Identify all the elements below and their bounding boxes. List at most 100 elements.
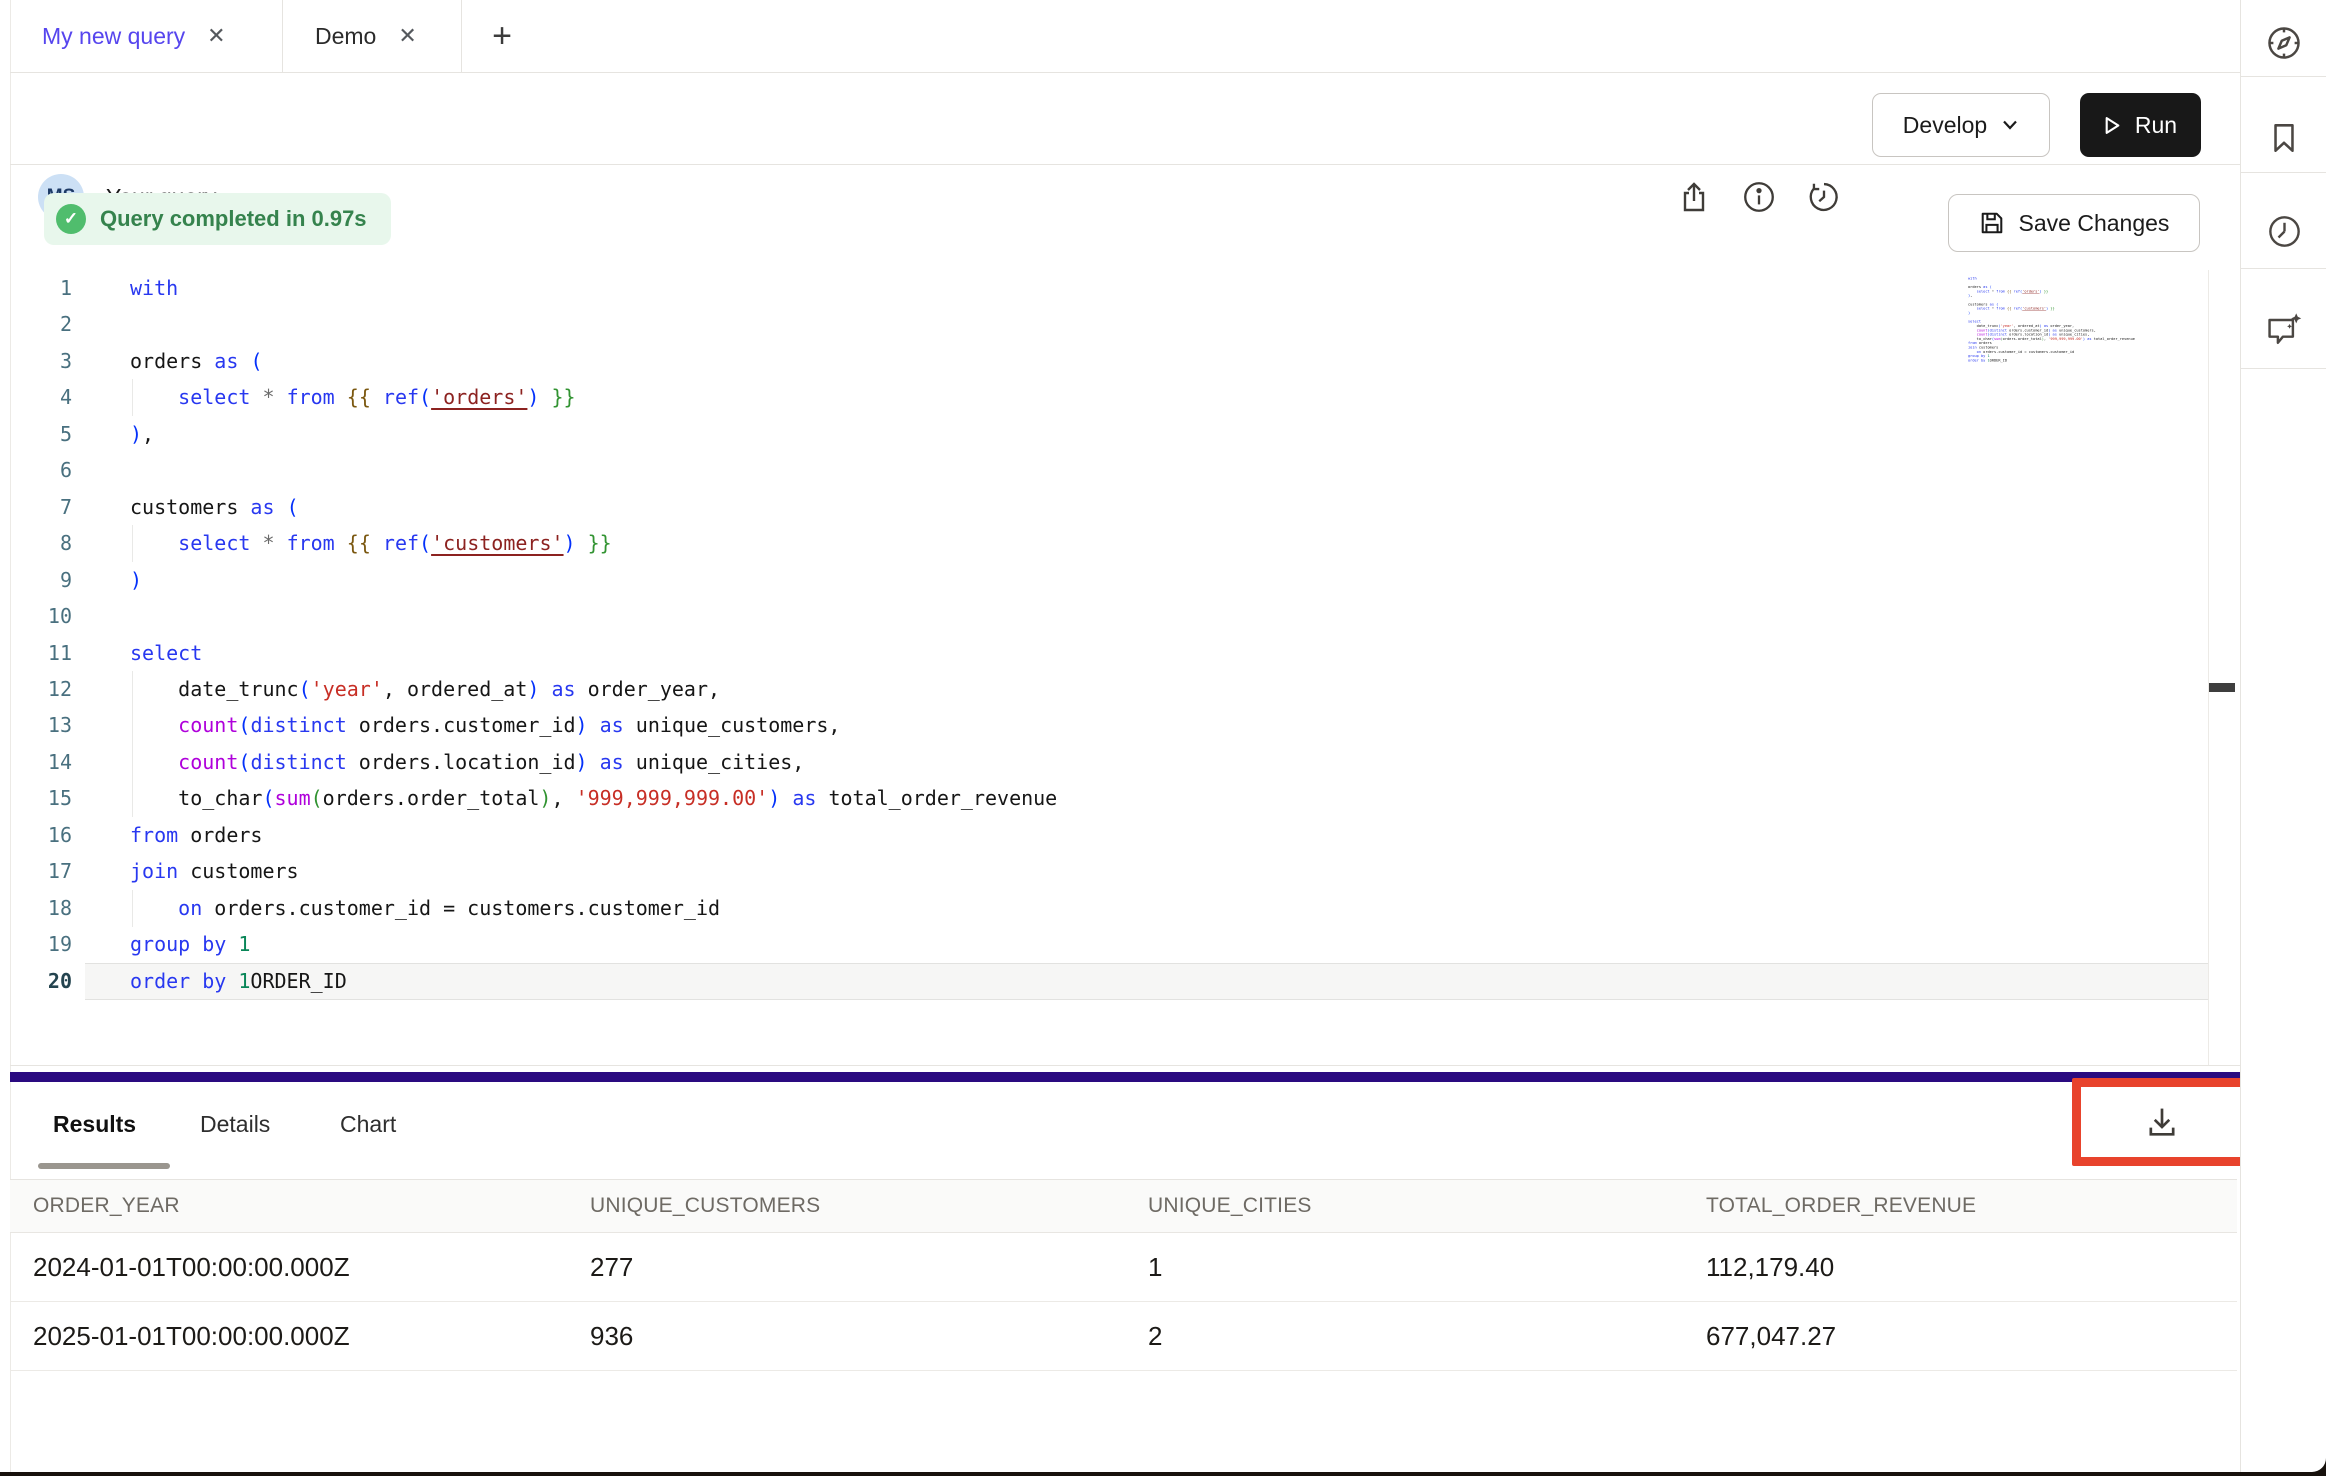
table-row: 2025-01-01T00:00:00.000Z 936 2 677,047.27 <box>10 1302 2237 1371</box>
code-line-7: customers as ( <box>130 489 2200 526</box>
code-line-19: group by 1 <box>130 926 2200 963</box>
info-icon <box>1741 179 1777 215</box>
line-number: 18 <box>28 890 72 927</box>
line-number: 19 <box>28 926 72 963</box>
right-rail <box>2240 0 2326 1476</box>
code-line-8: select * from {{ ref('customers') }} <box>130 525 2200 562</box>
line-number: 13 <box>28 707 72 744</box>
line-number: 9 <box>28 562 72 599</box>
results-panel-tab-chart[interactable]: Chart <box>340 1096 396 1152</box>
line-number: 6 <box>28 452 72 489</box>
query-header: MS Your query Develop <box>10 72 2240 165</box>
column-header-unique_cities: UNIQUE_CITIES <box>1148 1194 1312 1218</box>
pane-resize-divider[interactable] <box>10 1072 2240 1082</box>
save-icon <box>1979 210 2005 236</box>
column-header-total_order_revenue: TOTAL_ORDER_REVENUE <box>1706 1194 1976 1218</box>
table-cell: 277 <box>590 1252 633 1283</box>
share-button[interactable] <box>1672 175 1716 219</box>
editor-tab-demo[interactable]: Demo ✕ <box>283 0 462 72</box>
info-button[interactable] <box>1737 175 1781 219</box>
develop-label: Develop <box>1903 112 1987 139</box>
history-rail-button[interactable] <box>2241 196 2326 266</box>
line-number: 1 <box>28 270 72 307</box>
column-header-unique_customers: UNIQUE_CUSTOMERS <box>590 1194 820 1218</box>
active-tab-underline <box>38 1163 170 1169</box>
sql-editor[interactable]: with orders as ( select * from {{ ref('o… <box>10 270 2240 1066</box>
tab-label: Demo <box>315 23 376 50</box>
save-changes-label: Save Changes <box>2019 210 2170 237</box>
line-number: 11 <box>28 635 72 672</box>
bookmarks-button[interactable] <box>2241 103 2326 173</box>
line-number: 7 <box>28 489 72 526</box>
table-cell: 2 <box>1148 1321 1162 1352</box>
code-line-18: on orders.customer_id = customers.custom… <box>130 890 2200 927</box>
main-area: My new query✕Demo✕+ MS Your query <box>10 0 2240 1476</box>
status-banner: ✓ Query completed in 0.97s <box>44 193 391 245</box>
window-bottom-edge <box>0 1472 2326 1476</box>
code-line-6 <box>130 452 2200 489</box>
column-header-order_year: ORDER_YEAR <box>33 1194 180 1218</box>
code-line-5: ), <box>130 416 2200 453</box>
results-table-header: ORDER_YEAR UNIQUE_CUSTOMERS UNIQUE_CITIES T… <box>10 1179 2237 1233</box>
save-changes-button[interactable]: Save Changes <box>1948 194 2200 252</box>
editor-scrollbar-track <box>2208 270 2209 1065</box>
editor-scrollbar-thumb[interactable] <box>2209 683 2235 692</box>
code-line-9: ) <box>130 562 2200 599</box>
status-text: Query completed in 0.97s <box>100 206 367 232</box>
line-number: 8 <box>28 525 72 562</box>
results-panel-tab-details[interactable]: Details <box>200 1096 270 1152</box>
close-icon[interactable]: ✕ <box>396 23 418 49</box>
table-row: 2024-01-01T00:00:00.000Z 277 1 112,179.40 <box>10 1233 2237 1302</box>
run-label: Run <box>2135 112 2177 139</box>
code-line-16: from orders <box>130 817 2200 854</box>
code-line-13: count(distinct orders.customer_id) as un… <box>130 707 2200 744</box>
table-cell: 112,179.40 <box>1706 1252 1834 1283</box>
line-number: 14 <box>28 744 72 781</box>
code-line-12: date_trunc('year', ordered_at) as order_… <box>130 671 2200 708</box>
code-line-10 <box>130 598 2200 635</box>
table-cell: 2025-01-01T00:00:00.000Z <box>33 1321 350 1352</box>
line-number: 12 <box>28 671 72 708</box>
compass-icon <box>2265 24 2303 62</box>
history-icon <box>1806 179 1842 215</box>
develop-dropdown[interactable]: Develop <box>1872 93 2050 157</box>
code-line-3: orders as ( <box>130 343 2200 380</box>
table-cell: 2024-01-01T00:00:00.000Z <box>33 1252 350 1283</box>
code-line-11: select <box>130 635 2200 672</box>
line-number: 2 <box>28 306 72 343</box>
line-number: 10 <box>28 598 72 635</box>
play-icon <box>2104 116 2121 135</box>
results-panel-tab-results[interactable]: Results <box>53 1096 136 1152</box>
download-button[interactable] <box>2081 1087 2243 1157</box>
run-button[interactable]: Run <box>2080 93 2201 157</box>
code-line-14: count(distinct orders.location_id) as un… <box>130 744 2200 781</box>
chevron-down-icon <box>2001 119 2019 131</box>
bookmark-icon <box>2266 120 2302 156</box>
history-button[interactable] <box>1802 175 1846 219</box>
download-button-highlight <box>2072 1078 2252 1166</box>
app-window: My new query✕Demo✕+ MS Your query <box>0 0 2326 1476</box>
line-number: 4 <box>28 379 72 416</box>
table-cell: 677,047.27 <box>1706 1321 1836 1352</box>
table-cell: 936 <box>590 1321 633 1352</box>
table-cell: 1 <box>1148 1252 1162 1283</box>
chat-sparkle-icon <box>2264 310 2304 350</box>
editor-tab-my-new-query[interactable]: My new query ✕ <box>10 0 283 72</box>
tab-bar: My new query ✕ Demo ✕ + <box>10 0 2240 73</box>
check-circle-icon: ✓ <box>56 204 86 234</box>
line-number: 3 <box>28 343 72 380</box>
download-icon <box>2143 1103 2181 1141</box>
share-icon <box>1677 180 1711 214</box>
clock-icon <box>2266 213 2303 250</box>
code-line-20: order by 1ORDER_ID <box>130 963 2200 1000</box>
feedback-button[interactable] <box>2241 295 2326 365</box>
explore-button[interactable] <box>2241 8 2326 78</box>
window-corner <box>2266 1458 2326 1472</box>
new-tab-button[interactable]: + <box>462 0 542 72</box>
tab-label: My new query <box>42 23 185 50</box>
code-line-17: join customers <box>130 853 2200 890</box>
code-line-4: select * from {{ ref('orders') }} <box>130 379 2200 416</box>
line-number: 20 <box>28 963 72 1000</box>
close-icon[interactable]: ✕ <box>205 23 227 49</box>
code-line-2 <box>130 306 2200 343</box>
